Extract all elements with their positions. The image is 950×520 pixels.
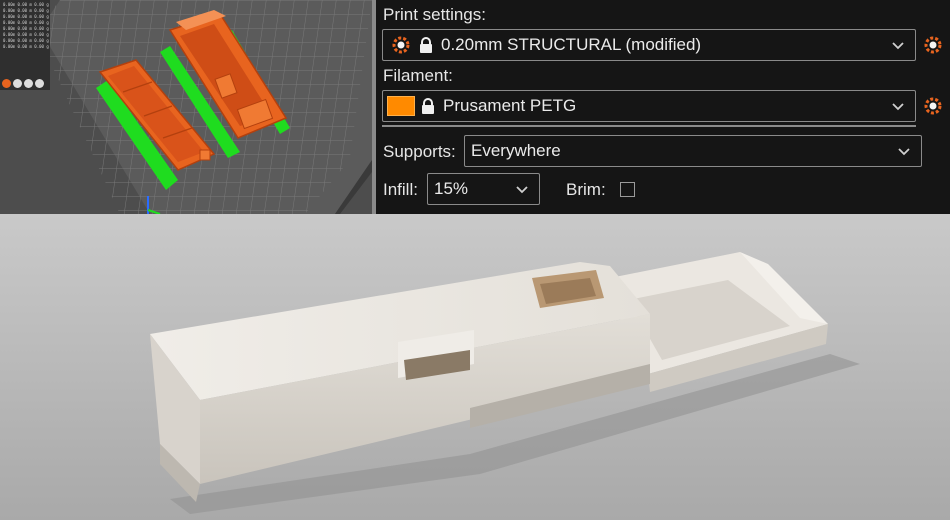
brim-label: Brim: (566, 180, 606, 199)
filament-color-swatch[interactable] (387, 96, 415, 116)
filament-value: Prusament PETG (443, 96, 577, 115)
3d-viewport[interactable]: 0.00m 0.00 m 0.00 g 0.00m 0.00 m 0.00 g … (0, 0, 372, 214)
divider (382, 125, 916, 127)
gear-icon[interactable] (24, 78, 33, 88)
viewport-toolbar (0, 76, 54, 90)
brim-checkbox[interactable] (620, 182, 635, 197)
edit-print-settings-gear-icon[interactable] (923, 35, 943, 55)
print-settings-value: 0.20mm STRUCTURAL (modified) (441, 35, 702, 54)
photo-scene (0, 214, 950, 520)
info-row: 0.00m 0.00 m 0.00 g (3, 44, 49, 49)
lock-icon (420, 37, 432, 53)
view-icon[interactable] (2, 78, 11, 88)
chevron-down-icon (892, 42, 904, 50)
bed-scene (35, 0, 372, 214)
printed-case-photo (0, 214, 950, 520)
infill-label: Infill: (383, 180, 418, 199)
edit-filament-gear-icon[interactable] (923, 96, 943, 116)
filament-combo[interactable]: Prusament PETG (382, 90, 916, 122)
chevron-down-icon (892, 103, 904, 111)
chevron-down-icon (898, 148, 910, 156)
print-settings-combo[interactable]: 0.20mm STRUCTURAL (modified) (382, 29, 916, 61)
infill-combo[interactable]: 15% (427, 173, 540, 205)
supports-combo[interactable]: Everywhere (464, 135, 922, 167)
export-icon[interactable] (35, 78, 44, 88)
print-settings-label: Print settings: (383, 5, 486, 24)
filament-label: Filament: (383, 66, 453, 85)
chevron-down-icon (516, 186, 528, 194)
supports-label: Supports: (383, 142, 456, 161)
supports-value: Everywhere (471, 141, 561, 160)
layers-icon[interactable] (13, 78, 22, 88)
infill-value: 15% (434, 179, 469, 198)
print-settings-panel: Print settings: 0.20mm STRUCTURAL (modif… (376, 0, 950, 214)
lock-icon (422, 98, 434, 114)
preset-status-icon (392, 36, 410, 54)
